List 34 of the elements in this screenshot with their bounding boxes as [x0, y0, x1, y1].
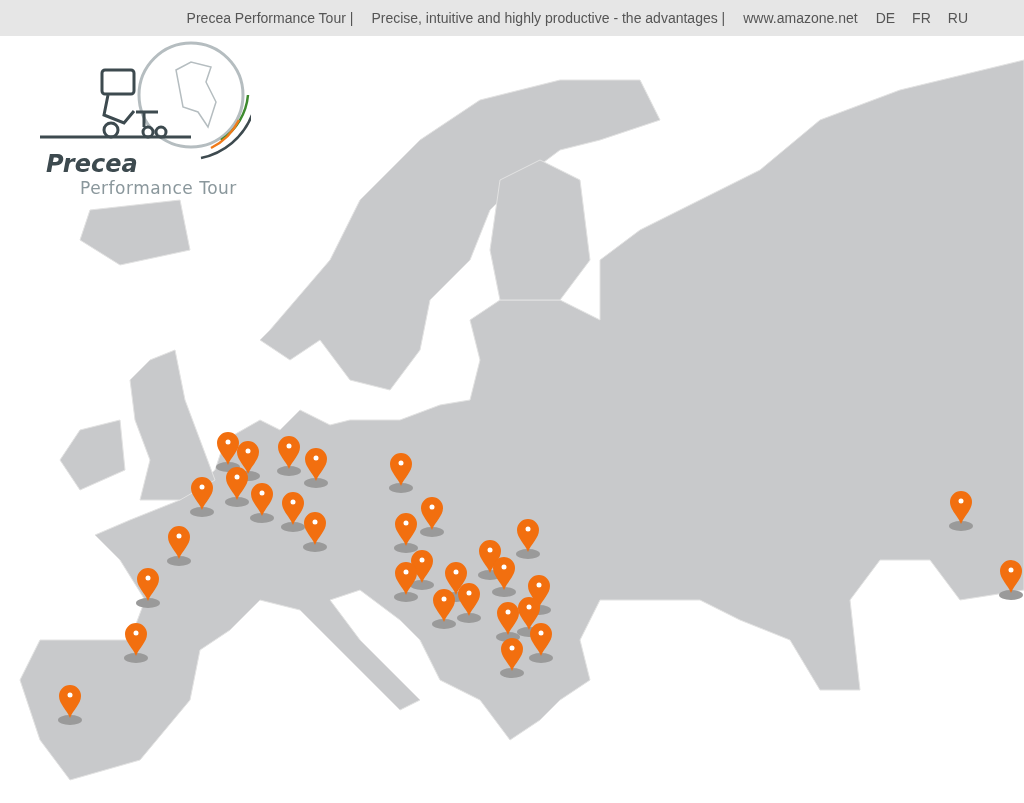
map-pin[interactable] [225, 467, 249, 507]
map-pin[interactable] [136, 568, 160, 608]
map-pin[interactable] [394, 562, 418, 602]
map-pin[interactable] [432, 589, 456, 629]
map-pin[interactable] [250, 483, 274, 523]
map-pin[interactable] [949, 491, 973, 531]
map-pin[interactable] [492, 557, 516, 597]
map-pin[interactable] [281, 492, 305, 532]
language-link[interactable]: DE [875, 10, 896, 26]
map-pin[interactable] [410, 550, 434, 590]
nav-link[interactable]: Precea Performance Tour | [186, 10, 354, 26]
map-pin[interactable] [216, 432, 240, 472]
map-pin[interactable] [500, 638, 524, 678]
map-pin[interactable] [304, 448, 328, 488]
language-link[interactable]: RU [947, 10, 968, 26]
logo-subtitle: Performance Tour [80, 178, 237, 198]
map-pin[interactable] [389, 453, 413, 493]
logo-title: Precea [46, 150, 138, 178]
language-link[interactable]: FR [912, 10, 931, 26]
map-pin[interactable] [529, 623, 553, 663]
map-pin[interactable] [457, 583, 481, 623]
map-pin[interactable] [124, 623, 148, 663]
map-pin[interactable] [167, 526, 191, 566]
map-pin[interactable] [516, 519, 540, 559]
nav-link[interactable]: www.amazone.net [743, 10, 858, 26]
map-pin[interactable] [394, 513, 418, 553]
map-pin[interactable] [496, 602, 520, 642]
map-pin[interactable] [277, 436, 301, 476]
map-pin[interactable] [420, 497, 444, 537]
map-pin[interactable] [58, 685, 82, 725]
map-pin[interactable] [999, 560, 1023, 600]
map-pin[interactable] [190, 477, 214, 517]
nav-link[interactable]: Precise, intuitive and highly productive - the advantages | [371, 10, 726, 26]
map-pin[interactable] [303, 512, 327, 552]
